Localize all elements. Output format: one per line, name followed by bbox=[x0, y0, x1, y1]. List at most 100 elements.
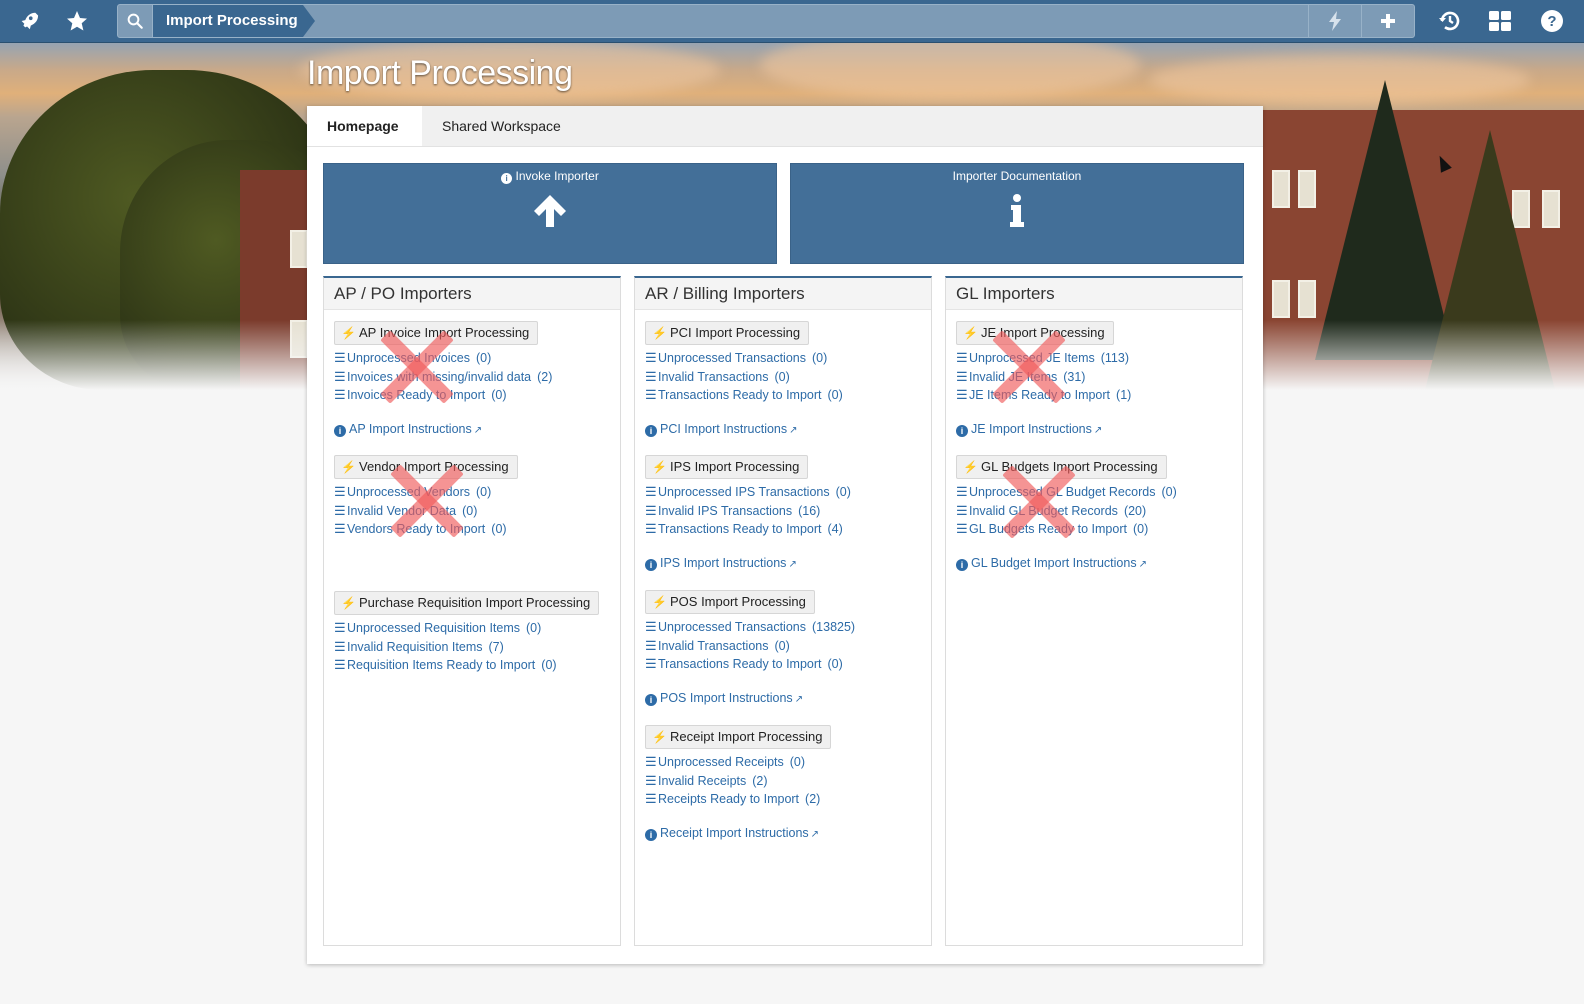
tab-shared-workspace[interactable]: Shared Workspace bbox=[422, 106, 582, 146]
list-link[interactable]: ☰Unprocessed Transactions (13825) bbox=[645, 618, 855, 637]
list-link[interactable]: ☰Unprocessed JE Items (113) bbox=[956, 349, 1131, 368]
list-link[interactable]: ☰Transactions Ready to Import (0) bbox=[645, 655, 855, 674]
list-link[interactable]: ☰Invalid JE Items (31) bbox=[956, 368, 1131, 387]
list-link[interactable]: ☰Invalid Transactions (0) bbox=[645, 637, 855, 656]
list-link[interactable]: ☰Unprocessed GL Budget Records (0) bbox=[956, 483, 1177, 502]
bolt-icon: ⚡ bbox=[341, 460, 356, 474]
list-link[interactable]: ☰Invalid Requisition Items (7) bbox=[334, 638, 599, 657]
gl-budgets-group: ⚡ GL Budgets Import Processing ☰Unprocess… bbox=[956, 455, 1177, 571]
help-icon[interactable]: ? bbox=[1528, 0, 1576, 42]
star-icon[interactable] bbox=[53, 0, 101, 42]
list-link[interactable]: ☰Requisition Items Ready to Import (0) bbox=[334, 656, 599, 675]
column-title: GL Importers bbox=[946, 278, 1242, 310]
list-link[interactable]: ☰Unprocessed IPS Transactions (0) bbox=[645, 483, 851, 502]
group-button[interactable]: ⚡ Vendor Import Processing bbox=[334, 455, 518, 479]
group-button[interactable]: ⚡ Receipt Import Processing bbox=[645, 725, 832, 749]
bolt-icon: ⚡ bbox=[341, 326, 356, 340]
list-link[interactable]: ☰Invoices with missing/invalid data (2) bbox=[334, 368, 552, 387]
bolt-icon: ⚡ bbox=[963, 326, 978, 340]
list-icon: ☰ bbox=[645, 502, 657, 518]
rocket-icon[interactable] bbox=[4, 0, 52, 42]
list-link[interactable]: ☰Invalid GL Budget Records (20) bbox=[956, 502, 1177, 521]
list-icon: ☰ bbox=[956, 350, 968, 365]
list-link[interactable]: ☰Invalid Receipts (2) bbox=[645, 772, 831, 791]
group-button[interactable]: ⚡ JE Import Processing bbox=[956, 321, 1114, 345]
list-icon: ☰ bbox=[645, 368, 657, 384]
info-circle-icon: i bbox=[956, 424, 968, 437]
list-link[interactable]: ☰Invoices Ready to Import (0) bbox=[334, 386, 552, 405]
list-icon: ☰ bbox=[956, 521, 968, 537]
bolt-icon: ⚡ bbox=[652, 730, 667, 744]
gl-importers-column: GL Importers ⚡ JE Import Processing ☰Unpr… bbox=[945, 276, 1243, 946]
list-link[interactable]: ☰Vendors Ready to Import (0) bbox=[334, 520, 518, 539]
list-icon: ☰ bbox=[645, 656, 657, 672]
je-group: ⚡ JE Import Processing ☰Unprocessed JE It… bbox=[956, 321, 1131, 437]
group-button[interactable]: ⚡ PCI Import Processing bbox=[645, 321, 810, 345]
list-link[interactable]: ☰Unprocessed Receipts (0) bbox=[645, 753, 831, 772]
list-link[interactable]: ☰Unprocessed Vendors (0) bbox=[334, 483, 518, 502]
group-button[interactable]: ⚡ IPS Import Processing bbox=[645, 455, 809, 479]
list-link[interactable]: ☰Invalid IPS Transactions (16) bbox=[645, 502, 851, 521]
info-circle-icon: i bbox=[645, 558, 657, 571]
receipt-group: ⚡ Receipt Import Processing ☰Unprocessed … bbox=[645, 725, 832, 841]
list-icon: ☰ bbox=[334, 484, 346, 499]
instructions-link[interactable]: i IPS Import Instructions ↗ bbox=[645, 556, 851, 571]
list-icon: ☰ bbox=[645, 772, 657, 788]
bolt-icon[interactable] bbox=[1308, 5, 1361, 37]
list-icon: ☰ bbox=[956, 387, 968, 403]
external-link-icon: ↗ bbox=[1138, 558, 1147, 570]
list-icon: ☰ bbox=[645, 754, 657, 769]
tab-homepage[interactable]: Homepage bbox=[307, 106, 422, 146]
list-link[interactable]: ☰Unprocessed Invoices (0) bbox=[334, 349, 552, 368]
bolt-icon: ⚡ bbox=[341, 596, 356, 610]
list-link[interactable]: ☰JE Items Ready to Import (1) bbox=[956, 386, 1131, 405]
plus-icon[interactable] bbox=[1361, 5, 1414, 37]
search-bar[interactable]: Import Processing bbox=[117, 4, 1415, 38]
search-icon[interactable] bbox=[118, 5, 153, 37]
list-link[interactable]: ☰Transactions Ready to Import (4) bbox=[645, 520, 851, 539]
instructions-link[interactable]: i POS Import Instructions ↗ bbox=[645, 691, 855, 706]
bolt-icon: ⚡ bbox=[963, 460, 978, 474]
ar-billing-importers-column: AR / Billing Importers ⚡ PCI Import Proce… bbox=[634, 276, 932, 946]
info-circle-icon: i bbox=[645, 828, 657, 841]
list-icon: ☰ bbox=[645, 484, 657, 499]
page-title: Import Processing bbox=[307, 54, 573, 92]
list-link[interactable]: ☰Unprocessed Requisition Items (0) bbox=[334, 619, 599, 638]
instructions-link[interactable]: i PCI Import Instructions ↗ bbox=[645, 422, 843, 437]
list-link[interactable]: ☰Receipts Ready to Import (2) bbox=[645, 790, 831, 809]
group-button[interactable]: ⚡ POS Import Processing bbox=[645, 590, 815, 614]
instructions-link[interactable]: i AP Import Instructions ↗ bbox=[334, 422, 552, 437]
external-link-icon: ↗ bbox=[788, 558, 797, 570]
importer-documentation-label: Importer Documentation bbox=[952, 169, 1082, 183]
group-button[interactable]: ⚡ GL Budgets Import Processing bbox=[956, 455, 1167, 479]
list-icon: ☰ bbox=[645, 619, 657, 634]
instructions-link[interactable]: i GL Budget Import Instructions ↗ bbox=[956, 556, 1177, 571]
list-link[interactable]: ☰Unprocessed Transactions (0) bbox=[645, 349, 843, 368]
list-icon: ☰ bbox=[956, 502, 968, 518]
list-link[interactable]: ☰Invalid Transactions (0) bbox=[645, 368, 843, 387]
history-icon[interactable] bbox=[1426, 0, 1474, 42]
instructions-link[interactable]: i Receipt Import Instructions ↗ bbox=[645, 826, 831, 841]
list-icon: ☰ bbox=[334, 638, 346, 654]
grid-icon[interactable] bbox=[1476, 0, 1524, 42]
invoke-importer-button[interactable]: i Invoke Importer bbox=[323, 163, 777, 264]
tab-bar: Homepage Shared Workspace bbox=[307, 106, 1263, 147]
list-link[interactable]: ☰Invalid Vendor Data (0) bbox=[334, 502, 518, 521]
list-icon: ☰ bbox=[645, 350, 657, 365]
list-icon: ☰ bbox=[956, 484, 968, 499]
ap-invoice-group: ⚡ AP Invoice Import Processing ☰Unprocess… bbox=[334, 321, 552, 437]
list-link[interactable]: ☰GL Budgets Ready to Import (0) bbox=[956, 520, 1177, 539]
column-title: AR / Billing Importers bbox=[635, 278, 931, 310]
list-icon: ☰ bbox=[334, 620, 346, 635]
list-link[interactable]: ☰Transactions Ready to Import (0) bbox=[645, 386, 843, 405]
vendor-group: ⚡ Vendor Import Processing ☰Unprocessed V… bbox=[334, 455, 518, 539]
bolt-icon: ⚡ bbox=[652, 326, 667, 340]
external-link-icon: ↗ bbox=[789, 424, 798, 436]
group-button[interactable]: ⚡ Purchase Requisition Import Processing bbox=[334, 591, 600, 615]
instructions-link[interactable]: i JE Import Instructions ↗ bbox=[956, 422, 1131, 437]
list-icon: ☰ bbox=[645, 521, 657, 537]
group-button[interactable]: ⚡ AP Invoice Import Processing bbox=[334, 321, 539, 345]
list-icon: ☰ bbox=[334, 368, 346, 384]
breadcrumb[interactable]: Import Processing bbox=[153, 5, 315, 37]
importer-documentation-button[interactable]: Importer Documentation bbox=[790, 163, 1244, 264]
